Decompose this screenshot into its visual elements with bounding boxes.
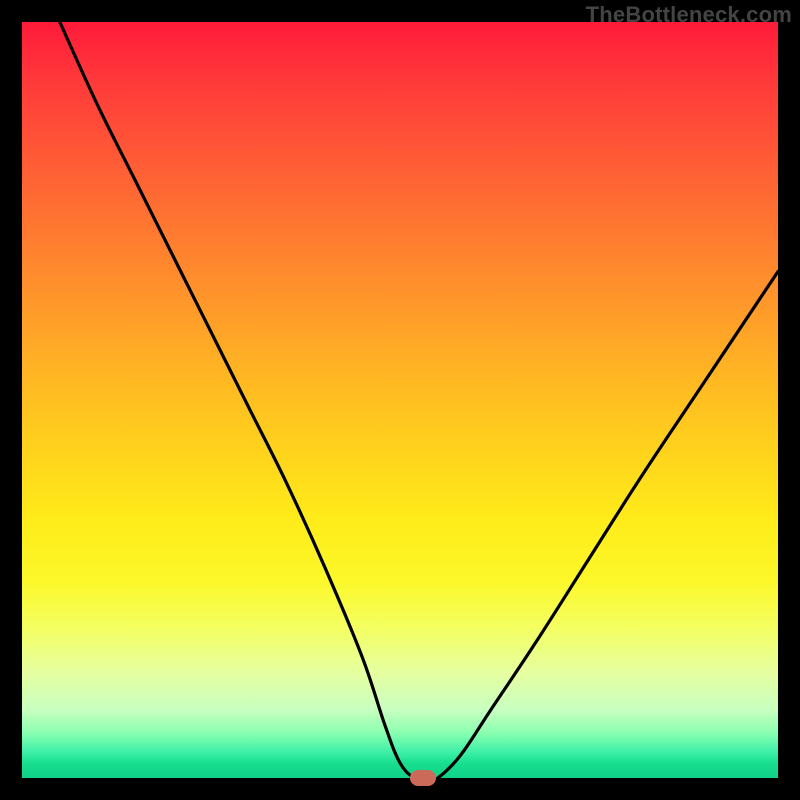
watermark-text: TheBottleneck.com	[586, 2, 792, 28]
bottleneck-curve	[60, 22, 778, 778]
plot-area	[22, 22, 778, 778]
curve-svg	[22, 22, 778, 778]
chart-frame: TheBottleneck.com	[0, 0, 800, 800]
minimum-marker	[410, 770, 436, 786]
